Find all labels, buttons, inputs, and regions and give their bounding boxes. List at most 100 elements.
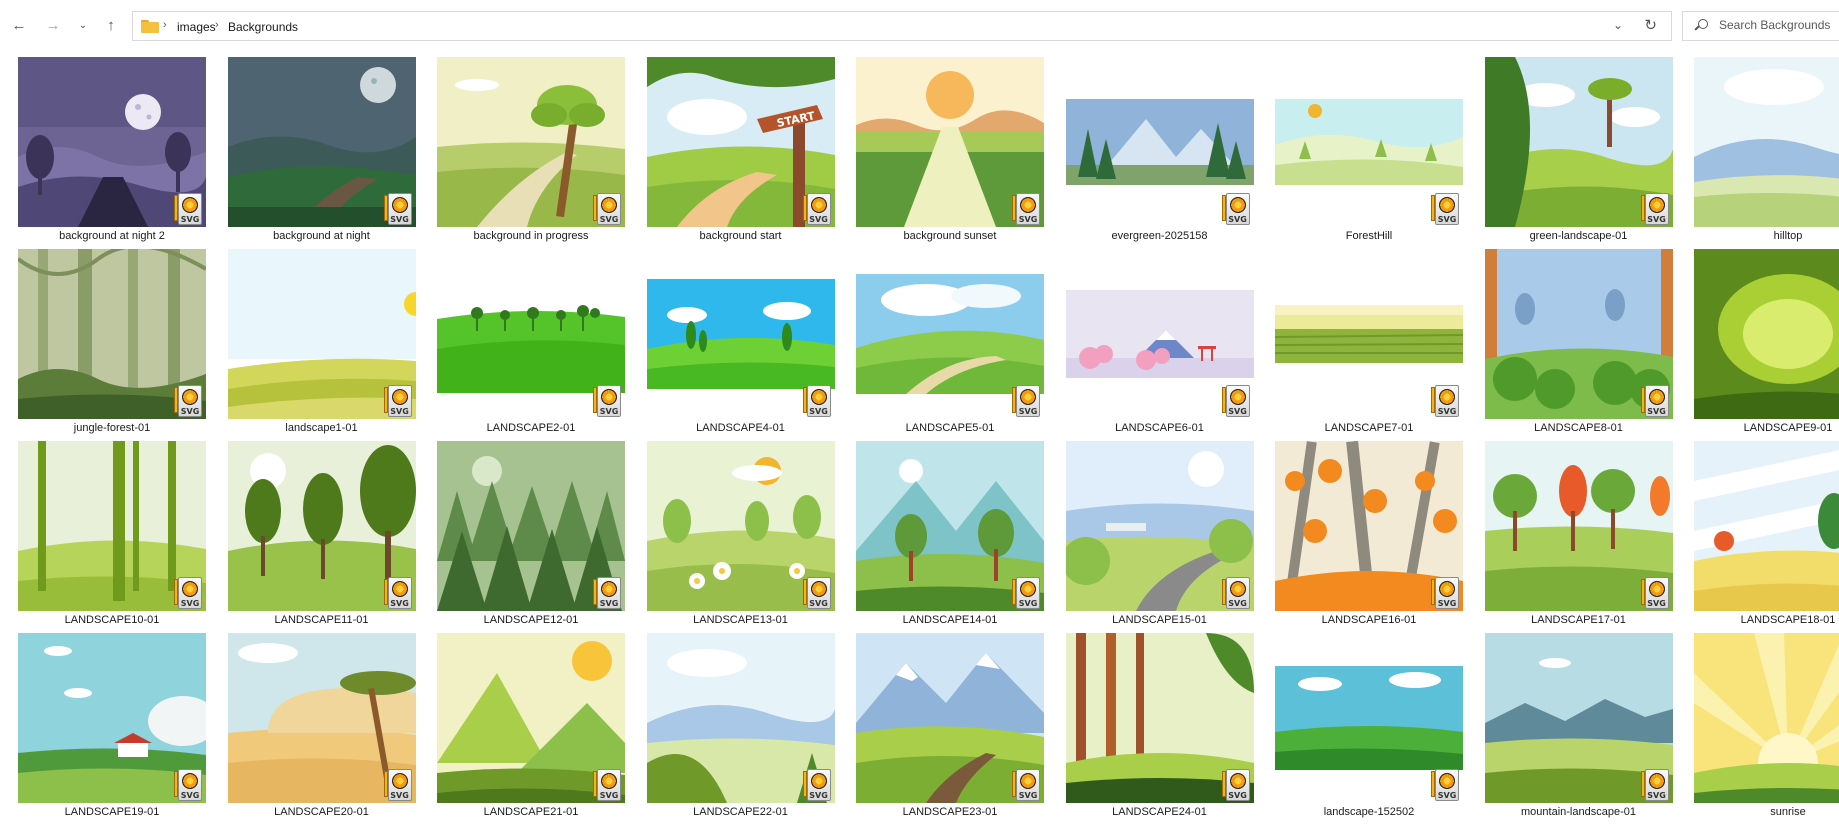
- landscape-image: [1275, 99, 1463, 185]
- file-thumbnail: SVG: [1694, 57, 1839, 227]
- file-item[interactable]: SVG LANDSCAPE15-01: [1065, 441, 1254, 627]
- forward-button[interactable]: →: [40, 12, 66, 38]
- up-button[interactable]: ↑: [98, 12, 124, 38]
- file-name: LANDSCAPE17-01: [1531, 614, 1626, 626]
- file-thumbnail: SVG: [18, 249, 206, 419]
- file-thumbnail: SVG: [1484, 633, 1673, 803]
- file-name: LANDSCAPE10-01: [64, 614, 160, 626]
- search-input[interactable]: [1719, 18, 1839, 32]
- breadcrumb-backgrounds[interactable]: Backgrounds: [228, 20, 298, 34]
- file-item[interactable]: SVG LANDSCAPE10-01: [18, 441, 206, 627]
- svg-file-badge-icon: SVG: [174, 385, 204, 417]
- landscape-image: [1065, 290, 1254, 378]
- file-item[interactable]: SVG LANDSCAPE20-01: [227, 633, 416, 819]
- file-thumbnail: START SVG: [646, 57, 835, 227]
- file-item[interactable]: SVG LANDSCAPE7-01: [1275, 249, 1463, 435]
- file-thumbnail: SVG: [1065, 441, 1254, 611]
- file-thumbnail: SVG: [227, 633, 416, 803]
- refresh-icon[interactable]: ↻: [1644, 16, 1657, 34]
- file-thumbnail: SVG: [1275, 441, 1463, 611]
- file-name: LANDSCAPE7-01: [1324, 422, 1414, 434]
- file-item[interactable]: START SVG background start: [646, 57, 835, 243]
- file-name: LANDSCAPE9-01: [1743, 422, 1833, 434]
- file-thumbnail: SVG: [18, 57, 206, 227]
- file-thumbnail: SVG: [227, 57, 416, 227]
- svg-file-badge-icon: SVG: [802, 769, 833, 801]
- file-item[interactable]: SVG LANDSCAPE4-01: [646, 249, 835, 435]
- svg-file-badge-icon: SVG: [1640, 577, 1671, 609]
- file-thumbnail: SVG: [1484, 441, 1673, 611]
- file-name: background in progress: [473, 230, 589, 242]
- file-item[interactable]: SVG hilltop: [1694, 57, 1839, 243]
- file-name: hilltop: [1773, 230, 1803, 242]
- file-thumbnail: SVG: [646, 249, 835, 419]
- file-item[interactable]: SVG landscape1-01: [227, 249, 416, 435]
- file-thumbnail: SVG: [227, 249, 416, 419]
- file-item[interactable]: SVG LANDSCAPE6-01: [1065, 249, 1254, 435]
- svg-file-badge-icon: SVG: [1640, 193, 1671, 225]
- landscape-image: [1694, 57, 1839, 227]
- file-item[interactable]: SVG LANDSCAPE19-01: [18, 633, 206, 819]
- file-item[interactable]: SVG LANDSCAPE13-01: [646, 441, 835, 627]
- file-name: LANDSCAPE23-01: [902, 806, 998, 818]
- file-item[interactable]: SVG LANDSCAPE8-01: [1484, 249, 1673, 435]
- file-item[interactable]: SVG LANDSCAPE11-01: [227, 441, 416, 627]
- file-thumbnail: SVG: [18, 633, 206, 803]
- svg-file-badge-icon: SVG: [1431, 769, 1461, 801]
- landscape-image: [1694, 249, 1839, 419]
- file-item[interactable]: SVG LANDSCAPE16-01: [1275, 441, 1463, 627]
- svg-file-badge-icon: SVG: [593, 385, 623, 417]
- file-item[interactable]: SVG LANDSCAPE12-01: [437, 441, 625, 627]
- file-item[interactable]: SVG evergreen-2025158: [1065, 57, 1254, 243]
- file-item[interactable]: SVG background sunset: [856, 57, 1044, 243]
- file-thumbnail: SVG: [646, 441, 835, 611]
- file-thumbnail: SVG: [856, 57, 1044, 227]
- file-item[interactable]: SVG LANDSCAPE22-01: [646, 633, 835, 819]
- address-dropdown-icon[interactable]: ⌄: [1613, 18, 1623, 32]
- back-button[interactable]: ←: [6, 12, 32, 38]
- file-name: LANDSCAPE24-01: [1112, 806, 1207, 818]
- file-name: mountain-landscape-01: [1521, 806, 1636, 818]
- file-name: green-landscape-01: [1529, 230, 1628, 242]
- svg-file-badge-icon: SVG: [593, 193, 623, 225]
- file-thumbnail: SVG: [1065, 633, 1254, 803]
- file-item[interactable]: SVG LANDSCAPE24-01: [1065, 633, 1254, 819]
- file-item[interactable]: SVG background at night 2: [18, 57, 206, 243]
- svg-file-badge-icon: SVG: [1012, 769, 1042, 801]
- breadcrumb-images[interactable]: images: [177, 20, 216, 34]
- file-name: LANDSCAPE5-01: [905, 422, 995, 434]
- file-item[interactable]: SVG LANDSCAPE23-01: [856, 633, 1044, 819]
- file-item[interactable]: SVG LANDSCAPE17-01: [1484, 441, 1673, 627]
- svg-file-badge-icon: SVG: [802, 577, 833, 609]
- file-thumbnail: SVG: [1694, 249, 1839, 419]
- file-name: background start: [699, 230, 782, 242]
- file-thumbnail: SVG: [437, 633, 625, 803]
- file-item[interactable]: SVG background in progress: [437, 57, 625, 243]
- file-item[interactable]: SVG landscape-152502: [1275, 633, 1463, 819]
- file-item[interactable]: SVG sunrise: [1694, 633, 1839, 819]
- arrow-left-icon: ←: [11, 16, 27, 34]
- file-thumbnail: SVG: [856, 441, 1044, 611]
- file-item[interactable]: SVG LANDSCAPE21-01: [437, 633, 625, 819]
- search-box[interactable]: [1682, 11, 1839, 41]
- svg-file-badge-icon: SVG: [1431, 385, 1461, 417]
- file-item[interactable]: SVG LANDSCAPE14-01: [856, 441, 1044, 627]
- file-name: landscape-152502: [1323, 806, 1415, 818]
- landscape-image: [1065, 99, 1254, 185]
- file-name: background at night 2: [59, 230, 165, 242]
- address-bar[interactable]: › images › Backgrounds ⌄ ↻: [132, 11, 1672, 41]
- landscape-image: [437, 275, 625, 393]
- file-item[interactable]: SVG mountain-landscape-01: [1484, 633, 1673, 819]
- file-name: background sunset: [903, 230, 997, 242]
- svg-file-badge-icon: SVG: [1012, 193, 1042, 225]
- recent-locations-button[interactable]: ⌄: [70, 12, 96, 38]
- file-thumbnail: SVG: [1484, 249, 1673, 419]
- file-item[interactable]: SVG LANDSCAPE18-01: [1694, 441, 1839, 627]
- file-item[interactable]: SVG jungle-forest-01: [18, 249, 206, 435]
- file-item[interactable]: SVG LANDSCAPE2-01: [437, 249, 625, 435]
- file-item[interactable]: SVG LANDSCAPE5-01: [856, 249, 1044, 435]
- file-item[interactable]: SVG LANDSCAPE9-01: [1694, 249, 1839, 435]
- file-item[interactable]: SVG background at night: [227, 57, 416, 243]
- file-item[interactable]: SVG ForestHill: [1275, 57, 1463, 243]
- file-item[interactable]: SVG green-landscape-01: [1484, 57, 1673, 243]
